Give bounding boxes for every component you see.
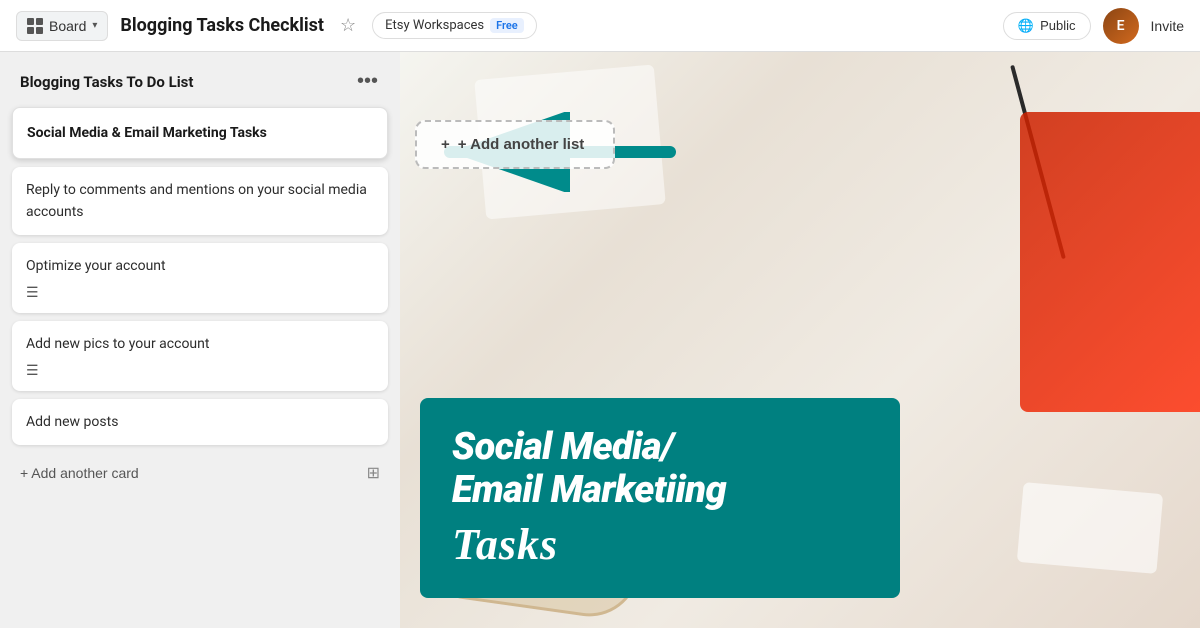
invite-button[interactable]: Invite bbox=[1151, 18, 1184, 34]
public-button[interactable]: 🌐 Public bbox=[1003, 12, 1091, 40]
card-icon-row: ☰ bbox=[26, 363, 374, 379]
chevron-down-icon: ▾ bbox=[92, 20, 97, 31]
public-label: Public bbox=[1040, 18, 1075, 33]
globe-icon: 🌐 bbox=[1018, 18, 1034, 34]
board-icon bbox=[27, 18, 43, 34]
list-menu-button[interactable]: ••• bbox=[351, 68, 384, 95]
add-another-list-button[interactable]: + + Add another list bbox=[415, 120, 615, 169]
table-row[interactable]: Optimize your account ☰ bbox=[12, 243, 388, 313]
card-text: Add new posts bbox=[26, 414, 118, 430]
table-row[interactable]: Social Media & Email Marketing Tasks bbox=[12, 107, 388, 159]
add-card-row: + Add another card ⊞ bbox=[12, 453, 388, 487]
plus-icon: + bbox=[441, 136, 450, 153]
workspace-label: Etsy Workspaces bbox=[385, 18, 484, 33]
table-row[interactable]: Add new pics to your account ☰ bbox=[12, 321, 388, 391]
top-bar: Board ▾ Blogging Tasks Checklist ☆ Etsy … bbox=[0, 0, 1200, 52]
overlay-line1: Social Media/ bbox=[452, 426, 868, 470]
description-icon: ☰ bbox=[26, 363, 39, 379]
card-text: Reply to comments and mentions on your s… bbox=[26, 182, 367, 220]
description-icon: ☰ bbox=[26, 285, 39, 301]
teal-overlay-box: Social Media/ Email Marketiing Tasks bbox=[420, 398, 900, 598]
list-header: Blogging Tasks To Do List ••• bbox=[12, 64, 388, 99]
add-another-card-button[interactable]: + Add another card bbox=[20, 465, 139, 481]
table-row[interactable]: Reply to comments and mentions on your s… bbox=[12, 167, 388, 235]
card-text: Optimize your account bbox=[26, 258, 166, 274]
board-label: Board bbox=[49, 18, 86, 34]
star-button[interactable]: ☆ bbox=[336, 11, 360, 40]
workspace-pill[interactable]: Etsy Workspaces Free bbox=[372, 12, 537, 39]
overlay-line3: Tasks bbox=[452, 519, 868, 570]
add-another-list-label: + Add another list bbox=[458, 136, 585, 153]
board-content: Social Media/ Email Marketiing Tasks + +… bbox=[0, 52, 1200, 628]
board-button[interactable]: Board ▾ bbox=[16, 11, 108, 41]
card-title: Social Media & Email Marketing Tasks bbox=[27, 125, 267, 141]
free-badge: Free bbox=[490, 18, 524, 33]
avatar[interactable]: E bbox=[1103, 8, 1139, 44]
table-row[interactable]: Add new posts bbox=[12, 399, 388, 445]
card-icon-row: ☰ bbox=[26, 285, 374, 301]
red-decoration bbox=[1020, 112, 1200, 412]
paper2-decoration bbox=[1017, 482, 1163, 574]
card-template-icon[interactable]: ⊞ bbox=[367, 463, 380, 483]
overlay-line2: Email Marketiing bbox=[452, 469, 868, 513]
card-text: Add new pics to your account bbox=[26, 336, 209, 352]
page-title: Blogging Tasks Checklist bbox=[120, 15, 324, 36]
list-title: Blogging Tasks To Do List bbox=[20, 73, 193, 91]
list-column: Blogging Tasks To Do List ••• Social Med… bbox=[0, 52, 400, 628]
